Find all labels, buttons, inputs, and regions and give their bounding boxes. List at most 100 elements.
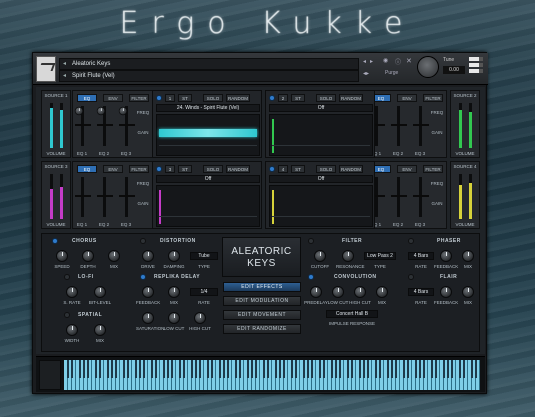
eq2-gain-slider[interactable] — [97, 177, 113, 217]
phaser-rate-select[interactable]: 4 Bars — [408, 252, 434, 260]
black-key[interactable] — [70, 360, 74, 378]
info-icon[interactable]: ⓘ — [395, 57, 401, 66]
black-key[interactable] — [274, 360, 278, 378]
solo-button[interactable]: SOLO — [316, 94, 336, 102]
black-key[interactable] — [178, 360, 182, 378]
black-key[interactable] — [190, 360, 194, 378]
spatial-power[interactable] — [64, 312, 70, 318]
conv-lowcut-knob[interactable] — [332, 286, 344, 298]
black-key[interactable] — [322, 360, 326, 378]
power-button[interactable] — [269, 95, 275, 101]
black-key[interactable] — [110, 360, 114, 378]
replika-highcut-knob[interactable] — [194, 312, 206, 324]
black-key[interactable] — [414, 360, 418, 378]
black-key[interactable] — [250, 360, 254, 378]
tab-eq[interactable]: EQ — [77, 94, 97, 102]
black-key[interactable] — [346, 360, 350, 378]
sequencer-display[interactable] — [269, 114, 373, 156]
pitch-mod-wheels[interactable] — [39, 360, 61, 390]
tab-env[interactable]: ENV — [103, 165, 123, 173]
black-key[interactable] — [334, 360, 338, 378]
black-key[interactable] — [406, 360, 410, 378]
black-key[interactable] — [122, 360, 126, 378]
spatial-mix-knob[interactable] — [94, 324, 106, 336]
solo-button[interactable]: SOLO — [316, 165, 336, 173]
black-key[interactable] — [218, 360, 222, 378]
conv-predelay-knob[interactable] — [310, 286, 322, 298]
black-key[interactable] — [446, 360, 450, 378]
black-key[interactable] — [94, 360, 98, 378]
chorus-speed-knob[interactable] — [56, 250, 68, 262]
volume-slider-right[interactable] — [60, 103, 63, 148]
volume-slider-right[interactable] — [469, 103, 472, 148]
convolution-power[interactable] — [308, 274, 314, 280]
black-key[interactable] — [262, 360, 266, 378]
volume-slider-left[interactable] — [459, 103, 462, 148]
piano-keyboard[interactable] — [64, 360, 480, 390]
black-key[interactable] — [166, 360, 170, 378]
random-button[interactable]: RANDOM — [339, 94, 363, 102]
tab-env[interactable]: ENV — [103, 94, 123, 102]
black-key[interactable] — [138, 360, 142, 378]
replika-mix-knob[interactable] — [168, 286, 180, 298]
black-key[interactable] — [294, 360, 298, 378]
flair-rate-select[interactable]: 4 Bars — [408, 288, 434, 296]
black-key[interactable] — [306, 360, 310, 378]
black-key[interactable] — [474, 360, 478, 378]
black-key[interactable] — [114, 360, 118, 378]
flair-feedback-knob[interactable] — [440, 286, 452, 298]
midi-icon[interactable]: ◂▸ — [363, 70, 369, 77]
eq1-freq-knob[interactable] — [74, 106, 84, 116]
black-key[interactable] — [462, 360, 466, 378]
sample-selector[interactable]: Off — [269, 175, 373, 183]
random-button[interactable]: RANDOM — [226, 165, 250, 173]
distortion-type-select[interactable]: Tube — [190, 252, 218, 260]
flair-mix-knob[interactable] — [462, 286, 474, 298]
tune-knob[interactable] — [417, 56, 439, 78]
replika-lowcut-knob[interactable] — [168, 312, 180, 324]
sequencer-display[interactable] — [156, 185, 260, 227]
lofi-bitlevel-knob[interactable] — [94, 286, 106, 298]
black-key[interactable] — [470, 360, 474, 378]
eq2-gain-slider[interactable] — [391, 177, 407, 217]
black-key[interactable] — [238, 360, 242, 378]
black-key[interactable] — [378, 360, 382, 378]
sample-selector[interactable]: 24. Winds - Spirit Flute (Vel) — [156, 104, 260, 112]
chorus-power[interactable] — [52, 238, 58, 244]
sequencer-display[interactable] — [156, 114, 260, 156]
power-button[interactable] — [156, 166, 162, 172]
st-button[interactable]: ST — [178, 94, 192, 102]
random-button[interactable]: RANDOM — [339, 165, 363, 173]
black-key[interactable] — [98, 360, 102, 378]
phaser-feedback-knob[interactable] — [440, 250, 452, 262]
black-key[interactable] — [150, 360, 154, 378]
black-key[interactable] — [254, 360, 258, 378]
filter-cutoff-knob[interactable] — [314, 250, 326, 262]
power-button[interactable] — [269, 166, 275, 172]
lofi-srate-knob[interactable] — [66, 286, 78, 298]
power-button[interactable] — [156, 95, 162, 101]
black-key[interactable] — [226, 360, 230, 378]
tab-filter[interactable]: FILTER — [423, 94, 443, 102]
black-key[interactable] — [170, 360, 174, 378]
eq1-gain-slider[interactable] — [369, 106, 385, 146]
preset-name-field[interactable]: ◂ Spirit Flute (Vel) — [59, 70, 359, 82]
black-key[interactable] — [310, 360, 314, 378]
conv-highcut-knob[interactable] — [354, 286, 366, 298]
black-key[interactable] — [366, 360, 370, 378]
black-key[interactable] — [210, 360, 214, 378]
black-key[interactable] — [182, 360, 186, 378]
eq3-freq-knob[interactable] — [118, 106, 128, 116]
black-key[interactable] — [318, 360, 322, 378]
tab-eq[interactable]: EQ — [77, 165, 97, 173]
spatial-width-knob[interactable] — [66, 324, 78, 336]
black-key[interactable] — [66, 360, 70, 378]
black-key[interactable] — [206, 360, 210, 378]
eq2-freq-knob[interactable] — [96, 106, 106, 116]
black-key[interactable] — [302, 360, 306, 378]
black-key[interactable] — [142, 360, 146, 378]
filter-type-select[interactable]: Low Pass 2 — [364, 252, 396, 260]
black-key[interactable] — [358, 360, 362, 378]
black-key[interactable] — [362, 360, 366, 378]
replika-power[interactable] — [140, 274, 146, 280]
